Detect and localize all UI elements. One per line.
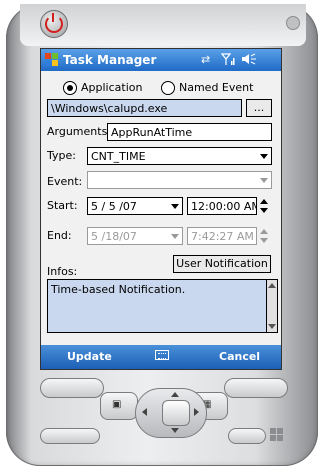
contact-card-icon: ▣ <box>112 399 122 410</box>
named-event-radio[interactable] <box>161 81 175 95</box>
menu-bar: Update Cancel <box>41 345 281 369</box>
chevron-down-icon <box>171 204 179 209</box>
dpad-up-icon[interactable] <box>171 392 179 397</box>
start-date-picker[interactable]: 5 / 5 /07 <box>87 197 183 215</box>
window-title: Task Manager <box>63 53 157 67</box>
end-time-spinner[interactable] <box>259 227 270 245</box>
infos-label: Infos: <box>47 265 78 278</box>
update-softkey[interactable]: Update <box>67 350 112 363</box>
application-radio-label: Application <box>81 81 143 94</box>
windows-logo-icon <box>270 428 284 442</box>
power-icon <box>45 15 63 33</box>
dpad-center-button[interactable] <box>162 400 190 426</box>
arguments-label: Arguments: <box>47 125 112 138</box>
arguments-input[interactable]: AppRunAtTime <box>107 123 272 141</box>
power-button[interactable] <box>40 10 68 38</box>
scroll-up-icon[interactable] <box>268 283 276 288</box>
type-label: Type: <box>47 149 76 162</box>
end-call-button[interactable] <box>228 428 266 444</box>
right-softkey-button[interactable] <box>224 378 288 398</box>
chevron-down-icon <box>260 154 268 159</box>
browse-button[interactable]: ... <box>246 99 272 117</box>
phone-button[interactable] <box>40 428 100 444</box>
event-dropdown[interactable] <box>87 171 272 189</box>
scroll-down-icon[interactable] <box>268 324 276 329</box>
title-bar: Task Manager ⇄ <box>41 49 281 71</box>
event-label: Event: <box>47 175 83 188</box>
application-radio[interactable] <box>63 81 77 95</box>
chevron-down-icon <box>171 234 179 239</box>
device-screen: Task Manager ⇄ Application Named Event \… <box>40 48 282 370</box>
start-time-spinner[interactable] <box>259 197 270 215</box>
path-input[interactable]: \Windows\calupd.exe <box>47 99 242 117</box>
contacts-button[interactable]: ▣ <box>100 392 138 420</box>
spin-up-icon[interactable] <box>260 229 268 234</box>
end-label: End: <box>47 229 72 242</box>
spin-down-icon[interactable] <box>260 238 268 243</box>
type-dropdown-value: CNT_TIME <box>91 150 146 163</box>
infos-textarea[interactable]: Time-based Notification. <box>47 279 267 333</box>
windows-flag-icon[interactable] <box>45 53 59 67</box>
dpad-right-icon[interactable] <box>194 408 199 416</box>
spin-up-icon[interactable] <box>260 199 268 204</box>
type-dropdown[interactable]: CNT_TIME <box>87 147 272 165</box>
user-notification-button[interactable]: User Notification <box>173 255 271 273</box>
spin-down-icon[interactable] <box>260 208 268 213</box>
end-date-picker[interactable]: 5 /18/07 <box>87 227 183 245</box>
dpad-down-icon[interactable] <box>171 428 179 433</box>
status-led <box>286 16 300 30</box>
left-softkey-button[interactable] <box>40 378 104 398</box>
start-time-input[interactable]: 12:00:00 AM <box>187 197 257 215</box>
end-time-input[interactable]: 7:42:27 AM <box>187 227 257 245</box>
speaker-icon[interactable] <box>241 53 257 68</box>
cancel-softkey[interactable]: Cancel <box>219 350 260 363</box>
signal-icon[interactable] <box>220 53 235 68</box>
named-event-radio-label: Named Event <box>179 81 254 94</box>
infos-scrollbar[interactable] <box>267 279 278 333</box>
chevron-down-icon <box>260 178 268 183</box>
keyboard-icon[interactable] <box>155 350 169 360</box>
dpad-left-icon[interactable] <box>142 408 147 416</box>
sync-icon[interactable]: ⇄ <box>201 53 210 66</box>
end-date-value: 5 /18/07 <box>91 230 137 243</box>
start-label: Start: <box>47 199 78 212</box>
start-date-value: 5 / 5 /07 <box>91 200 137 213</box>
